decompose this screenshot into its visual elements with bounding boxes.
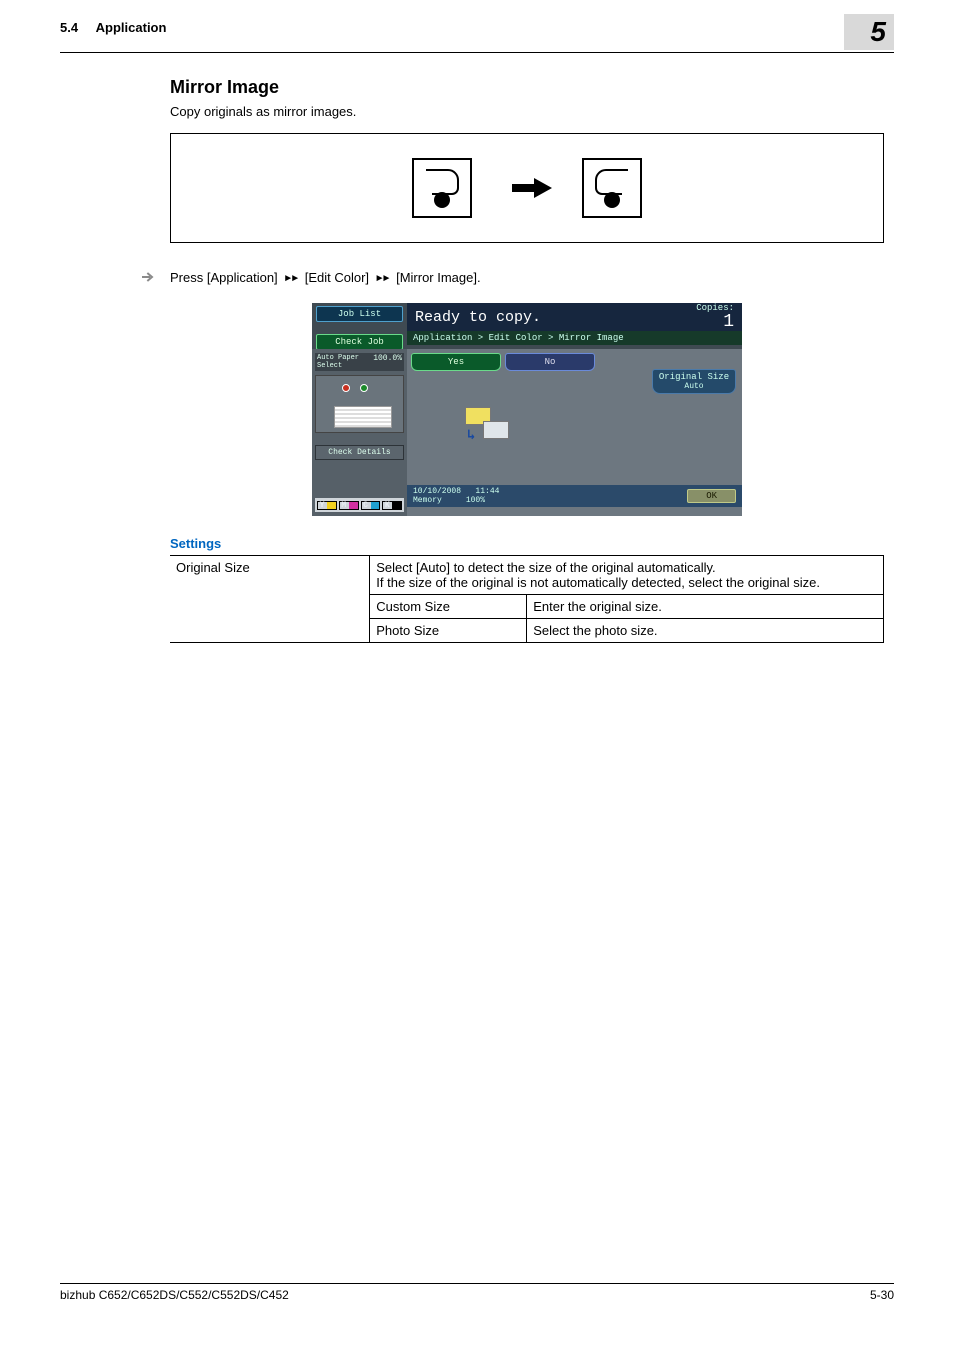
- original-shape-icon: [412, 158, 472, 218]
- status-memory-label: Memory: [413, 496, 442, 505]
- toner-levels: Y M C K: [315, 498, 404, 512]
- original-size-button-value: Auto: [653, 382, 735, 391]
- check-job-button[interactable]: Check Job: [316, 334, 403, 350]
- section-number: 5.4: [60, 20, 78, 35]
- status-message: Ready to copy.: [415, 309, 541, 326]
- running-header: 5.4 Application 5: [60, 20, 894, 53]
- original-size-button-label: Original Size: [659, 372, 729, 382]
- copies-label: Copies:: [696, 303, 734, 313]
- preview-thumbnail: [315, 375, 404, 433]
- breadcrumb-separator-icon: ►►: [373, 273, 393, 284]
- red-dot-icon: [342, 384, 350, 392]
- settings-table: Original Size Select [Auto] to detect th…: [170, 555, 884, 643]
- page-title: Mirror Image: [170, 77, 884, 98]
- settings-heading: Settings: [170, 536, 884, 551]
- footer-model: bizhub C652/C652DS/C552/C552DS/C452: [60, 1288, 289, 1302]
- status-date: 10/10/2008: [413, 487, 461, 496]
- device-ui-panel: Job List Ready to copy. Copies: 1 Check …: [312, 303, 742, 516]
- mirror-preview-icon: ↳: [465, 407, 517, 425]
- page-footer: bizhub C652/C652DS/C552/C552DS/C452 5-30: [60, 1283, 894, 1302]
- no-tab[interactable]: No: [505, 353, 595, 371]
- status-memory-value: 100%: [466, 496, 485, 505]
- breadcrumb-step-2: [Edit Color]: [305, 270, 369, 285]
- status-time: 11:44: [475, 487, 499, 496]
- mirrored-shape-icon: [582, 158, 642, 218]
- check-details-button[interactable]: Check Details: [315, 445, 404, 460]
- copies-value: 1: [696, 313, 734, 331]
- settings-row-label: Original Size: [170, 556, 370, 643]
- ok-button[interactable]: OK: [687, 489, 736, 503]
- instruction: Press [Application] ►► [Edit Color] ►► […: [140, 269, 884, 285]
- chapter-number-badge: 5: [844, 14, 894, 50]
- breadcrumb-step-1: [Application]: [207, 270, 278, 285]
- instruction-prefix: Press: [170, 270, 207, 285]
- breadcrumb-separator-icon: ►►: [281, 273, 301, 284]
- job-list-tab[interactable]: Job List: [316, 306, 403, 322]
- settings-custom-size-desc: Enter the original size.: [527, 595, 884, 619]
- auto-paper-status: Auto Paper Select 100.0%: [315, 353, 404, 371]
- original-size-button[interactable]: Original Size Auto: [652, 369, 736, 394]
- breadcrumb-step-3: [Mirror Image]: [396, 270, 477, 285]
- section-label: Application: [96, 20, 167, 35]
- instruction-suffix: .: [477, 270, 481, 285]
- panel-breadcrumb: Application > Edit Color > Mirror Image: [407, 331, 742, 345]
- settings-photo-size-label: Photo Size: [370, 619, 527, 643]
- settings-row-desc: Select [Auto] to detect the size of the …: [370, 556, 884, 595]
- page-description: Copy originals as mirror images.: [170, 104, 884, 119]
- footer-page-number: 5-30: [870, 1288, 894, 1302]
- mirror-illustration: [170, 133, 884, 243]
- green-dot-icon: [360, 384, 368, 392]
- procedure-arrow-icon: [140, 269, 156, 285]
- arrow-right-icon: [534, 178, 552, 198]
- settings-photo-size-desc: Select the photo size.: [527, 619, 884, 643]
- settings-custom-size-label: Custom Size: [370, 595, 527, 619]
- yes-tab[interactable]: Yes: [411, 353, 501, 371]
